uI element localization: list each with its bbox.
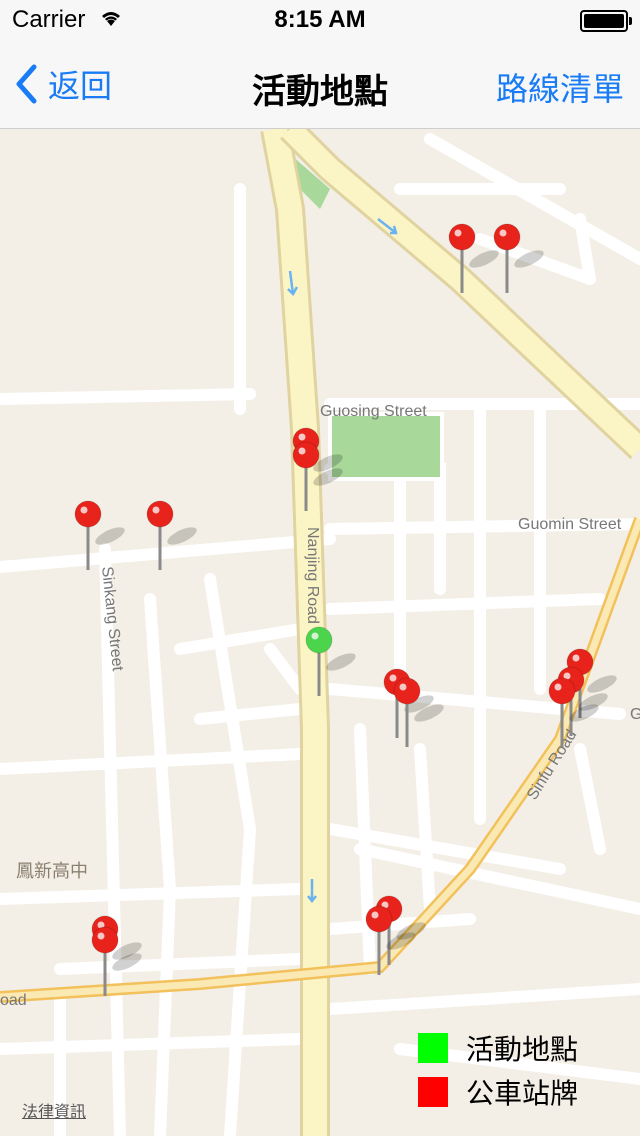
- street-label-road-fragment: oad: [0, 992, 27, 1009]
- back-button[interactable]: 返回: [14, 62, 112, 106]
- status-bar: Carrier 8:15 AM: [0, 0, 640, 40]
- route-list-button[interactable]: 路線清單: [496, 64, 624, 110]
- street-label-nanjing: Nanjing Road: [304, 527, 321, 624]
- street-label-guosing: Guosing Street: [320, 403, 427, 420]
- legend-label: 公車站牌: [466, 1078, 579, 1109]
- park-area: [328, 412, 444, 481]
- battery-icon: [580, 10, 632, 32]
- navigation-bar: 返回 活動地點 路線清單: [0, 40, 640, 129]
- chevron-left-icon: [16, 64, 37, 104]
- legend-item-activity: 活動地點: [418, 1026, 628, 1070]
- legend-swatch-green: [418, 1033, 448, 1063]
- map-view[interactable]: Guosing Street Guomin Street Nanjing Roa…: [0, 129, 640, 1136]
- legal-link[interactable]: 法律資訊: [22, 1098, 86, 1122]
- clock: 8:15 AM: [274, 6, 366, 33]
- street-label-edge-fragment: G: [630, 706, 640, 723]
- legend-label: 活動地點: [466, 1034, 579, 1065]
- street-label-guomin: Guomin Street: [518, 516, 622, 533]
- back-label: 返回: [48, 68, 113, 104]
- landmark-label: 鳳新高中: [16, 861, 88, 881]
- legend-item-bus-stop: 公車站牌: [418, 1070, 628, 1114]
- map-canvas[interactable]: Guosing Street Guomin Street Nanjing Roa…: [0, 129, 640, 1136]
- legend-swatch-red: [418, 1077, 448, 1107]
- legend: 活動地點 公車站牌: [418, 1026, 628, 1114]
